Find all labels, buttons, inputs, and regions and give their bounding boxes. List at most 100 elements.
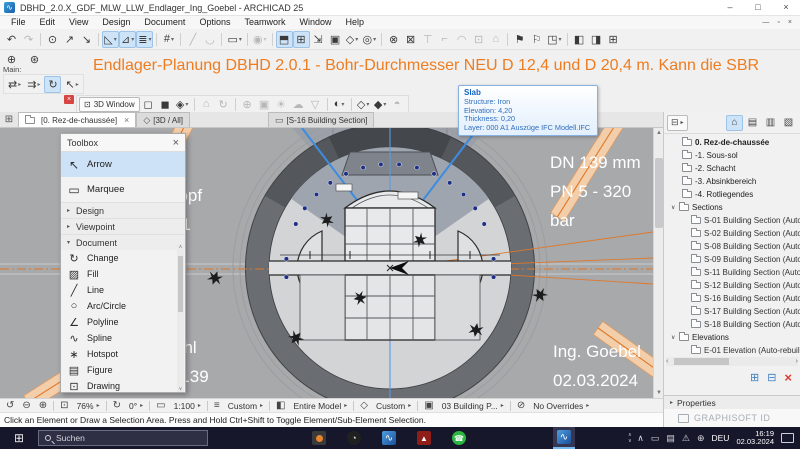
layer-combination[interactable]: Custom▸ (224, 399, 267, 412)
close-button[interactable]: × (772, 0, 800, 15)
magic-wand-icon[interactable]: ▣ (327, 31, 344, 48)
layer-icon[interactable]: ≡ (210, 399, 224, 412)
zoom-level[interactable]: 76%▸ (73, 399, 104, 412)
tray-expand-icon[interactable]: ∧ (637, 433, 644, 444)
split-icon[interactable]: ⊗ (385, 31, 402, 48)
inject-parameters-icon[interactable]: ↘ (78, 31, 95, 48)
publisher-icon[interactable]: ▧ (780, 115, 797, 131)
rotate-icon[interactable]: ◇▾ (344, 31, 361, 48)
snap-guides-icon[interactable]: ⊿▾ (119, 31, 136, 48)
walk-mode-icon[interactable]: ⌂ (198, 96, 215, 113)
clone-folder-icon[interactable]: ⊟ (767, 371, 776, 384)
section-s12[interactable]: S-12 Building Section (Auto- (664, 279, 800, 292)
chrome-icon[interactable] (518, 427, 540, 449)
redo-icon[interactable]: ↷ (20, 31, 37, 48)
network-icon[interactable]: ⊕ (697, 433, 705, 444)
toolbox-polyline[interactable]: ∠Polyline (61, 314, 185, 330)
story-schacht[interactable]: -2. Schacht (664, 162, 800, 175)
hscroll-left-icon[interactable]: ‹ (666, 357, 668, 366)
section-s11[interactable]: S-11 Building Section (Auto- (664, 266, 800, 279)
mdi-minimize-icon[interactable]: — (762, 19, 769, 26)
zoom-in-icon[interactable]: ⊕ (35, 399, 51, 412)
guide-segment-icon[interactable]: ╱ (184, 31, 201, 48)
hscroll-right-icon[interactable]: › (796, 357, 798, 366)
section-s18[interactable]: S-18 Building Section (Auto- (664, 318, 800, 331)
3d-window-button[interactable]: ⊡ 3D Window (79, 97, 140, 112)
menu-item[interactable]: View (62, 16, 95, 29)
section-s17[interactable]: S-17 Building Section (Auto- (664, 305, 800, 318)
menu-item[interactable]: Edit (33, 16, 63, 29)
section-s09[interactable]: S-09 Building Section (Auto- (664, 253, 800, 266)
scale-icon[interactable]: ▭ (152, 399, 169, 412)
camera-icon[interactable]: ◐▾ (331, 96, 348, 113)
story-sous-sol[interactable]: -1. Sous-sol (664, 149, 800, 162)
undo-icon[interactable]: ↶ (3, 31, 20, 48)
mdi-close-icon[interactable]: × (788, 19, 792, 26)
fillet-icon[interactable]: ⌐ (436, 31, 453, 48)
3d-selection-icon[interactable]: ▣ (256, 96, 273, 113)
zoom-reset-icon[interactable]: ↺ (2, 399, 18, 412)
menu-item[interactable]: Window (292, 16, 338, 29)
taskbar-overflow-icons[interactable]: ∧∨ (628, 432, 632, 444)
flag-icon[interactable]: ⚑ (511, 31, 528, 48)
app-blue-icon[interactable] (273, 427, 295, 449)
view-map-icon[interactable]: ▤ (744, 115, 761, 131)
adjust-icon[interactable]: ⊠ (402, 31, 419, 48)
drawing-scale[interactable]: 1:100▸ (170, 399, 205, 412)
tablet-mode-icon[interactable]: ▭ (651, 433, 660, 444)
section-s02[interactable]: S-02 Building Section (Auto- (664, 227, 800, 240)
render-settings-icon[interactable]: ◇▾ (355, 96, 372, 113)
menu-item[interactable]: Options (192, 16, 237, 29)
orbit-mode-icon[interactable]: ↻ (215, 96, 232, 113)
model-filter[interactable]: Entire Model▸ (290, 399, 352, 412)
tab-s16-building-section[interactable]: ▭[S-16 Building Section] (268, 112, 374, 127)
story-absinkbereich[interactable]: -3. Absinkbereich (664, 175, 800, 188)
toolbox-arc-circle[interactable]: ○Arc/Circle (61, 298, 185, 314)
toolbox-scroll-down-icon[interactable]: ∨ (177, 386, 184, 392)
task-view-icon[interactable] (238, 427, 260, 449)
toolbox-drawing[interactable]: ⊡Drawing (61, 378, 185, 393)
acrobat-icon[interactable]: ▲ (413, 427, 435, 449)
menu-item[interactable]: File (4, 16, 33, 29)
toolbox-fill[interactable]: ▨Fill (61, 266, 185, 282)
scroll-down-icon[interactable]: ▼ (654, 388, 664, 398)
eraser-icon[interactable]: ◡ (201, 31, 218, 48)
toolbox-arrow[interactable]: ↖Arrow (61, 152, 185, 177)
toolbox-close-icon[interactable]: × (173, 137, 179, 149)
guide-lines-icon[interactable]: ◺▾ (102, 31, 119, 48)
zoom-out-icon[interactable]: ⊖ (18, 399, 34, 412)
language-indicator[interactable]: DEU (712, 433, 730, 443)
pen-set-icon[interactable]: ◧ (272, 399, 289, 412)
onedrive-icon[interactable]: ▤ (666, 433, 675, 444)
zoom-tool-icon[interactable]: ⊙ (44, 31, 61, 48)
overrides-icon[interactable]: ⊘ (513, 399, 529, 412)
wall-tool-dropdown[interactable]: ⇄▸ (6, 76, 23, 93)
new-folder-icon[interactable]: ⊞ (750, 371, 759, 384)
navigator-hscrollbar[interactable]: ‹ › (666, 357, 798, 366)
properties-section[interactable]: ▸ Properties (664, 395, 800, 409)
maximize-button[interactable]: □ (744, 0, 772, 15)
suspend-groups-icon[interactable]: ◉▾ (251, 31, 269, 48)
virtual-trace-icon[interactable]: ⊞ (605, 31, 622, 48)
dimension-preference[interactable]: Custom▸ (372, 399, 415, 412)
toolbox-marquee[interactable]: ▭Marquee (61, 177, 185, 202)
renovation-hide-icon[interactable]: ◨ (588, 31, 605, 48)
toolbox-scrollbar[interactable]: ∧ ∨ (177, 244, 184, 392)
tab-3d-all[interactable]: ◇[3D / All] (136, 112, 190, 127)
menu-item[interactable]: Teamwork (237, 16, 292, 29)
start-button[interactable]: ⊞ (0, 427, 38, 449)
tab-overview-icon[interactable]: ⊞ (0, 112, 18, 127)
toolbox-hotspot[interactable]: ∗Hotspot (61, 346, 185, 362)
group-elevations[interactable]: ∨Elevations (664, 331, 800, 344)
close-toolbar-icon[interactable]: × (64, 95, 74, 104)
snap-points-icon[interactable]: ≣▾ (136, 31, 153, 48)
project-chooser-button[interactable]: ⊟ ▸ (667, 115, 688, 131)
graphisoft-id-bar[interactable]: GRAPHISOFT ID (664, 409, 800, 427)
toolbox-line[interactable]: ╱Line (61, 282, 185, 298)
autogroup-icon[interactable]: ⬒ (276, 31, 293, 48)
archicad-file-icon[interactable]: ∿ (378, 427, 400, 449)
3d-cutting-icon[interactable]: ⊕ (239, 96, 256, 113)
render-icon[interactable]: ◆▾ (372, 96, 389, 113)
elevation-e01[interactable]: E-01 Elevation (Auto-rebuild (664, 344, 800, 356)
selection-dropdown[interactable]: ⇉▸ (25, 76, 42, 93)
